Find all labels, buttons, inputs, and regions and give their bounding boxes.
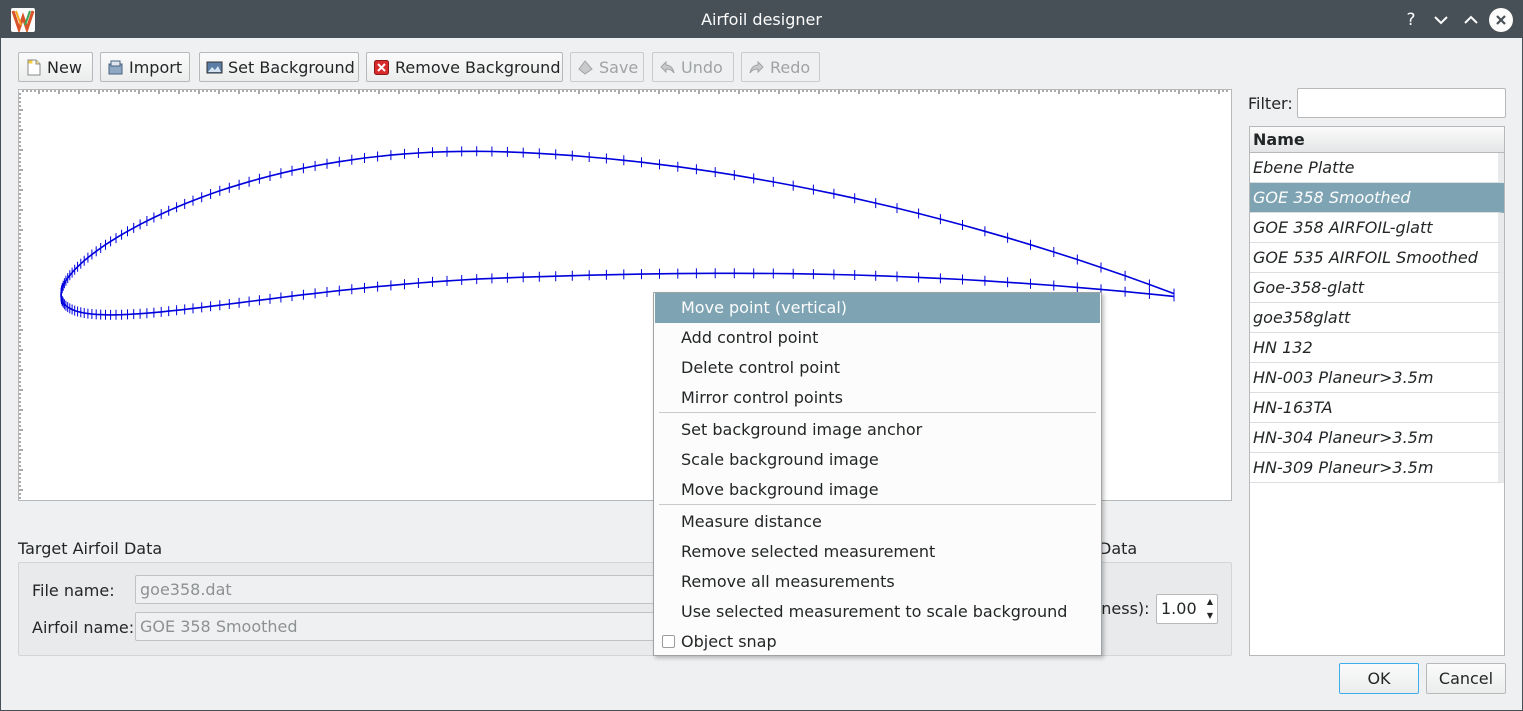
spin-arrows[interactable]: ▲ ▼ <box>1203 595 1217 623</box>
menu-item-use-measurement-scale[interactable]: Use selected measurement to scale backgr… <box>655 597 1100 627</box>
list-item[interactable]: HN-304 Planeur>3.5m <box>1250 423 1504 453</box>
file-name-label: File name: <box>32 581 115 600</box>
menu-item-add-control-point[interactable]: Add control point <box>655 323 1100 353</box>
save-icon <box>577 59 594 76</box>
list-item[interactable]: GOE 358 AIRFOIL-glatt <box>1250 213 1504 243</box>
menu-item-delete-control-point[interactable]: Delete control point <box>655 353 1100 383</box>
menu-item-scale-background[interactable]: Scale background image <box>655 445 1100 475</box>
airfoil-designer-window: Airfoil designer ? New Import Set Backgr… <box>0 0 1523 711</box>
airfoil-outline[interactable] <box>60 150 1175 316</box>
list-item[interactable]: HN-003 Planeur>3.5m <box>1250 363 1504 393</box>
import-icon <box>107 59 124 76</box>
list-item[interactable]: Goe-358-glatt <box>1250 273 1504 303</box>
save-button[interactable]: Save <box>570 52 644 82</box>
redo-icon <box>748 59 765 76</box>
menu-separator <box>659 412 1096 413</box>
set-background-button[interactable]: Set Background <box>199 52 359 82</box>
right-group-title: Data <box>1099 539 1138 558</box>
menu-item-set-background-anchor[interactable]: Set background image anchor <box>655 415 1100 445</box>
airfoil-list[interactable]: Name Ebene Platte GOE 358 Smoothed GOE 3… <box>1249 126 1505 656</box>
filter-label: Filter: <box>1248 94 1293 113</box>
menu-separator <box>659 504 1096 505</box>
window-title: Airfoil designer <box>701 10 822 29</box>
list-item[interactable]: GOE 358 Smoothed <box>1250 183 1504 213</box>
list-item[interactable]: HN-309 Planeur>3.5m <box>1250 453 1504 483</box>
menu-item-object-snap[interactable]: Object snap <box>655 627 1100 657</box>
target-airfoil-group-title: Target Airfoil Data <box>18 539 163 558</box>
filter-input[interactable] <box>1297 88 1506 118</box>
menu-item-remove-selected-measurement[interactable]: Remove selected measurement <box>655 537 1100 567</box>
spin-up-icon[interactable]: ▲ <box>1203 595 1217 609</box>
undo-button[interactable]: Undo <box>652 52 734 82</box>
menu-item-move-background[interactable]: Move background image <box>655 475 1100 505</box>
context-menu: Move point (vertical) Add control point … <box>653 292 1102 656</box>
ok-button[interactable]: OK <box>1339 663 1419 694</box>
maximize-icon[interactable] <box>1459 8 1483 32</box>
undo-icon <box>659 59 676 76</box>
list-item[interactable]: Ebene Platte <box>1250 153 1504 183</box>
list-item[interactable]: HN 132 <box>1250 333 1504 363</box>
new-document-icon <box>25 59 42 76</box>
redo-button[interactable]: Redo <box>741 52 820 82</box>
help-icon[interactable]: ? <box>1399 8 1423 32</box>
menu-item-remove-all-measurements[interactable]: Remove all measurements <box>655 567 1100 597</box>
list-header-name[interactable]: Name <box>1250 127 1504 153</box>
list-item[interactable]: goe358glatt <box>1250 303 1504 333</box>
spin-down-icon[interactable]: ▼ <box>1203 609 1217 623</box>
list-item[interactable]: GOE 535 AIRFOIL Smoothed <box>1250 243 1504 273</box>
image-icon <box>206 59 223 76</box>
cancel-button[interactable]: Cancel <box>1426 663 1506 694</box>
file-name-field: goe358.dat <box>135 575 665 604</box>
menu-item-mirror-control-points[interactable]: Mirror control points <box>655 383 1100 413</box>
thickness-spinbox[interactable]: 1.00 ▲ ▼ <box>1156 594 1218 624</box>
new-button[interactable]: New <box>18 52 93 82</box>
menu-item-measure-distance[interactable]: Measure distance <box>655 507 1100 537</box>
title-bar[interactable]: Airfoil designer ? <box>1 1 1522 38</box>
object-snap-checkbox[interactable] <box>662 635 675 648</box>
thickness-label: tness): <box>1095 599 1150 618</box>
remove-icon <box>373 59 390 76</box>
remove-background-button[interactable]: Remove Background <box>366 52 563 82</box>
close-icon[interactable] <box>1489 8 1513 32</box>
airfoil-name-field: GOE 358 Smoothed <box>135 612 665 641</box>
menu-item-move-point-vertical[interactable]: Move point (vertical) <box>655 293 1100 323</box>
minimize-icon[interactable] <box>1429 8 1453 32</box>
import-button[interactable]: Import <box>100 52 190 82</box>
thickness-value: 1.00 <box>1161 599 1197 618</box>
airfoil-name-label: Airfoil name: <box>32 618 135 637</box>
list-item[interactable]: HN-163TA <box>1250 393 1504 423</box>
